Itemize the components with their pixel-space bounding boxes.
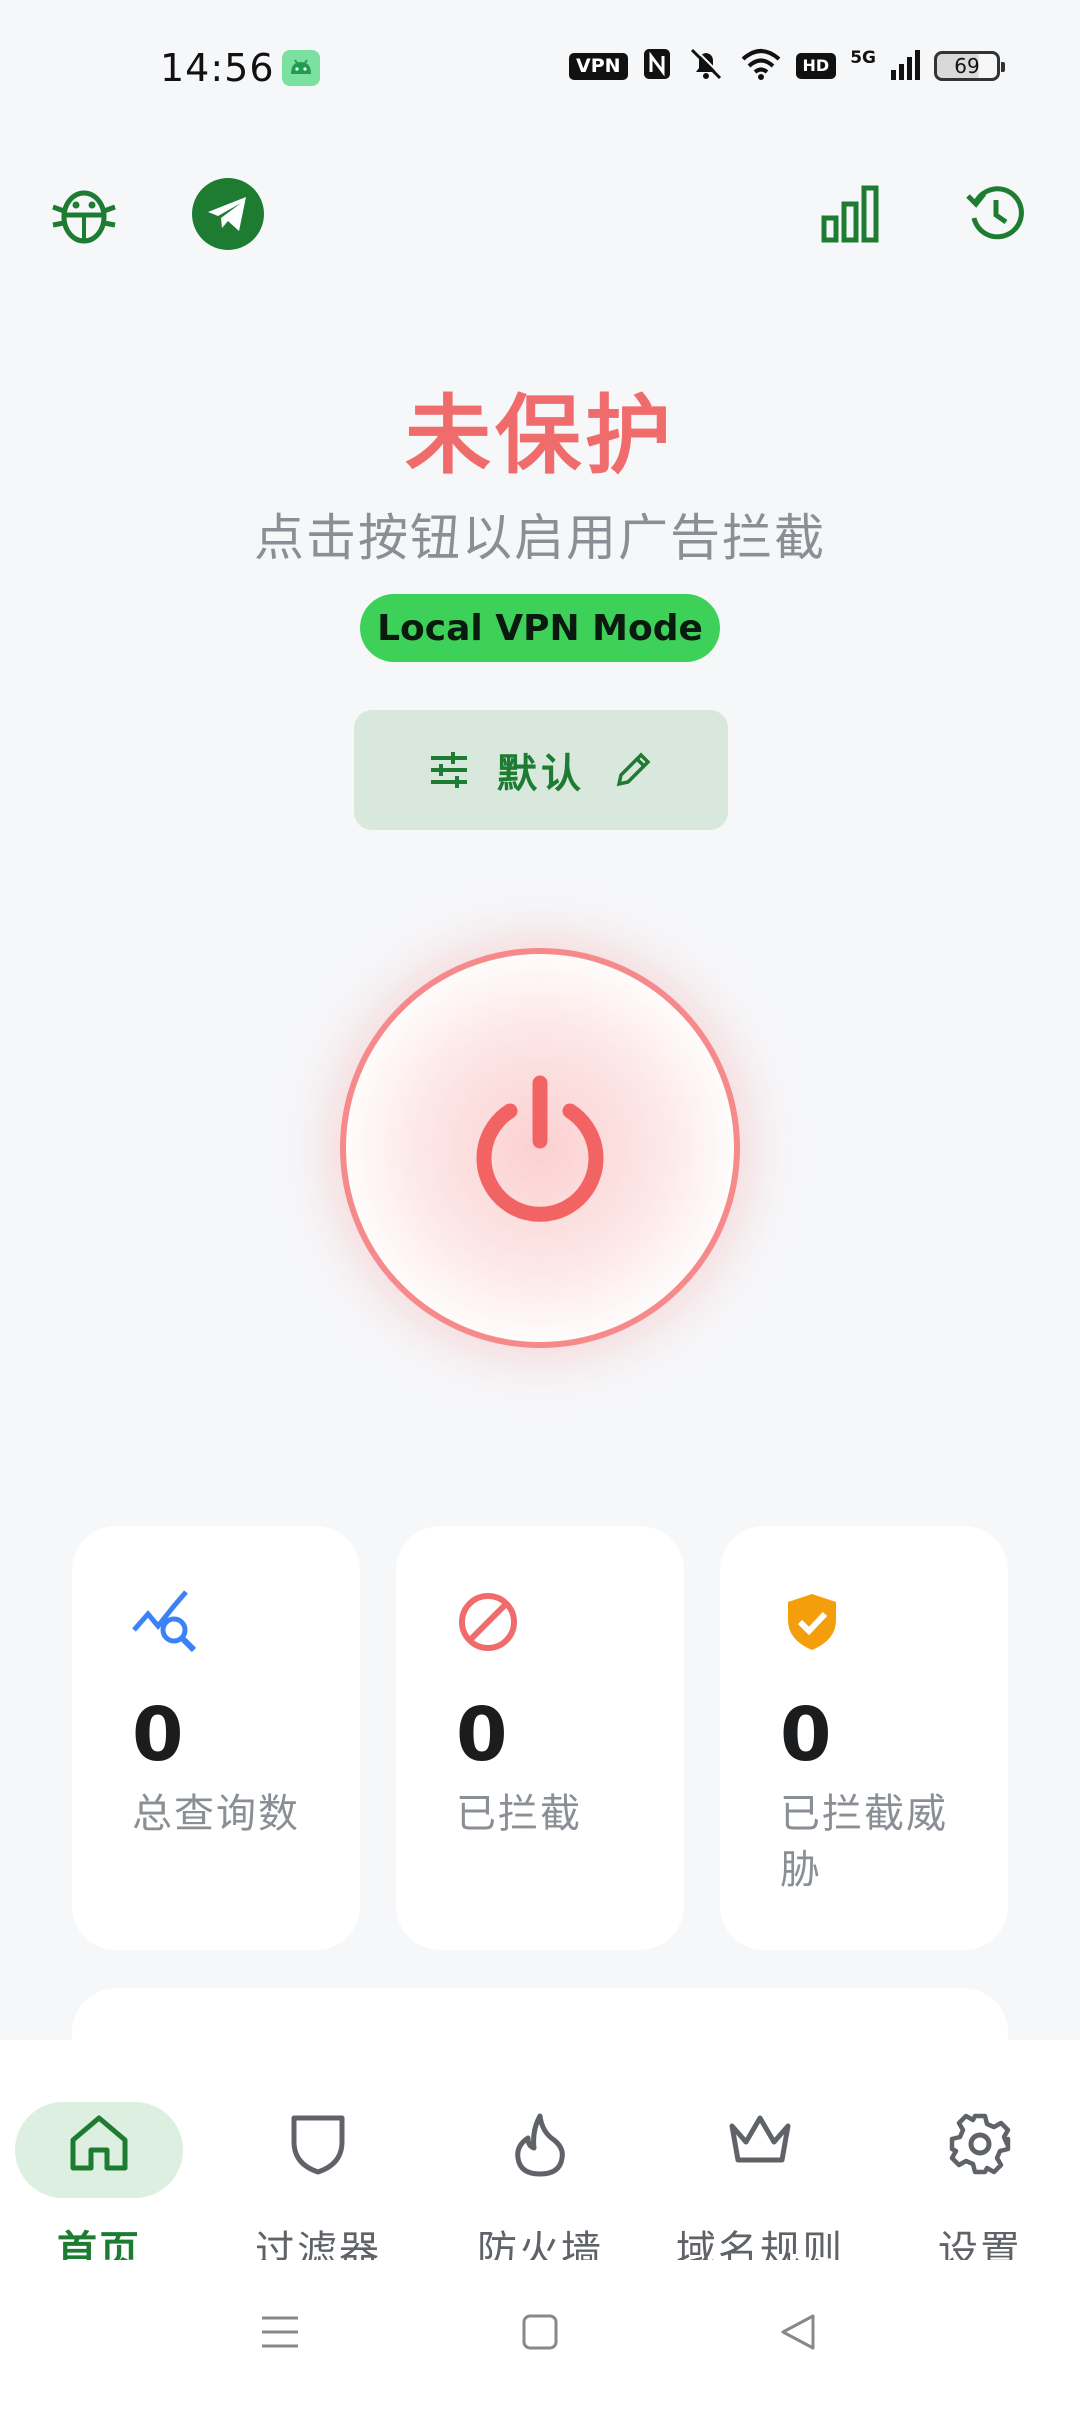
stat-card-total-queries: 0 总查询数 — [72, 1526, 360, 1950]
signal-icon — [890, 48, 920, 84]
status-time: 14:56 — [160, 46, 275, 90]
edit-icon — [616, 752, 651, 787]
nav-item-firewall[interactable]: 防火墙 — [435, 2070, 645, 2274]
vpn-mode-badge: Local VPN Mode — [360, 594, 720, 662]
gear-icon — [880, 2112, 1080, 2176]
status-bar: 14:56 VPN HD 5G 69 — [0, 0, 1080, 140]
shield-check-icon — [788, 1594, 836, 1650]
filter-profile-button[interactable]: 默认 — [354, 710, 728, 830]
nav-item-settings[interactable]: 设置 — [880, 2070, 1080, 2274]
menu-icon — [262, 2316, 298, 2348]
power-toggle-button[interactable] — [340, 948, 740, 1348]
history-button[interactable] — [958, 176, 1034, 252]
nfc-icon — [642, 47, 672, 85]
power-icon — [476, 1075, 604, 1222]
app-screen: 14:56 VPN HD 5G 69 未保护 点击按钮以启用广告拦截 Local… — [0, 0, 1080, 2412]
recents-button[interactable] — [250, 2302, 310, 2362]
stat-value: 0 — [132, 1692, 184, 1778]
stat-value: 0 — [456, 1692, 508, 1778]
stat-card-blocked: 0 已拦截 — [396, 1526, 684, 1950]
bottom-navigation: 首页 过滤器 防火墙 域名规则 设置 — [0, 2040, 1080, 2274]
tune-icon — [431, 752, 467, 788]
bug-icon — [52, 190, 116, 244]
power-button-circle — [340, 948, 740, 1348]
back-triangle-icon — [781, 2314, 815, 2350]
bug-report-button[interactable] — [46, 176, 122, 252]
android-app-icon — [282, 50, 320, 86]
vpn-icon: VPN — [569, 52, 628, 80]
status-icons: VPN HD 5G 69 — [569, 46, 1005, 86]
stat-label: 总查询数 — [132, 1791, 300, 1837]
nav-item-filters[interactable]: 过滤器 — [213, 2070, 423, 2274]
telegram-button[interactable] — [190, 176, 266, 252]
home-system-button[interactable] — [510, 2302, 570, 2362]
wifi-icon — [740, 47, 782, 85]
stats-icon — [821, 185, 879, 243]
profile-label: 默认 — [497, 751, 585, 797]
stat-value: 0 — [780, 1692, 832, 1778]
stat-label: 已拦截威胁 — [780, 1791, 948, 1893]
flame-icon — [435, 2112, 645, 2178]
system-navigation-bar — [0, 2260, 1080, 2412]
protection-status-subtitle: 点击按钮以启用广告拦截 — [254, 509, 826, 567]
network-type: 5G — [850, 47, 876, 68]
mute-icon — [686, 46, 726, 86]
shield-icon — [213, 2112, 423, 2176]
history-icon — [966, 186, 1024, 240]
battery-icon: 69 — [934, 51, 1005, 81]
stat-card-threats-blocked: 0 已拦截威胁 — [720, 1526, 1008, 1950]
hd-icon: HD — [795, 53, 837, 79]
nav-item-home[interactable]: 首页 — [15, 2070, 183, 2274]
home-icon — [15, 2112, 183, 2174]
block-icon — [459, 1593, 517, 1651]
query-search-icon — [132, 1590, 196, 1653]
square-icon — [522, 2314, 558, 2350]
telegram-icon — [192, 178, 264, 250]
crown-icon — [650, 2112, 870, 2168]
stat-label: 已拦截 — [456, 1791, 582, 1837]
protection-status-title: 未保护 — [405, 386, 675, 486]
back-button[interactable] — [768, 2302, 828, 2362]
statistics-button[interactable] — [812, 176, 888, 252]
nav-item-domain-rules[interactable]: 域名规则 — [650, 2070, 870, 2274]
